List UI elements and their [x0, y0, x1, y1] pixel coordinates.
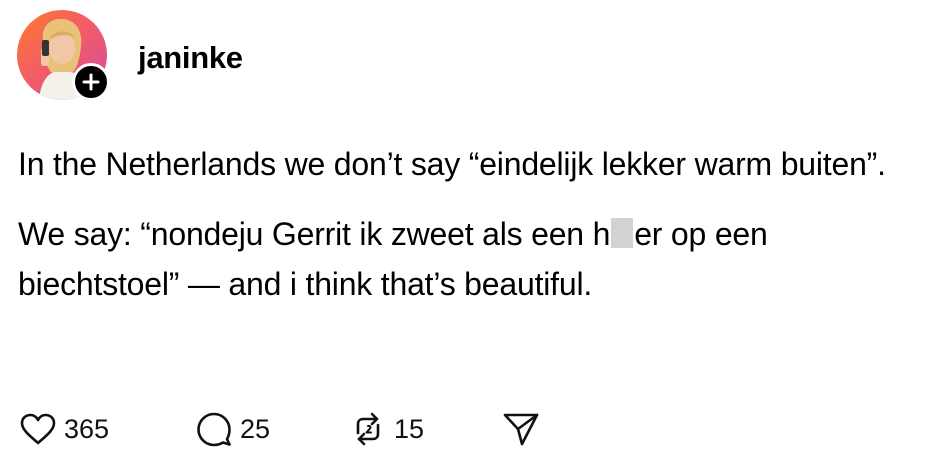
speech-bubble-icon — [196, 411, 232, 447]
like-button[interactable]: 365 — [20, 409, 196, 449]
follow-button[interactable] — [72, 63, 110, 101]
send-icon — [502, 411, 540, 447]
username[interactable]: janinke — [138, 38, 243, 78]
post-body: In the Netherlands we don’t say “eindeli… — [18, 139, 928, 309]
reply-count: 25 — [240, 414, 271, 444]
repost-count: 15 — [394, 414, 425, 444]
heart-icon — [20, 413, 56, 445]
like-count: 365 — [64, 414, 110, 444]
action-bar: 365 25 15 — [20, 407, 540, 451]
repost-button[interactable]: 15 — [350, 409, 502, 449]
reply-button[interactable]: 25 — [196, 409, 350, 449]
post-paragraph-2: We say: “nondeju Gerrit ik zweet als een… — [18, 209, 928, 309]
post-paragraph-1: In the Netherlands we don’t say “eindeli… — [18, 146, 886, 182]
censor-block — [611, 218, 634, 248]
post-paragraph-2-start: We say: “nondeju Gerrit ik zweet als een… — [18, 216, 611, 252]
repost-icon — [350, 411, 386, 447]
threads-post: janinke In the Netherlands we don’t say … — [0, 0, 942, 468]
share-button[interactable] — [502, 411, 540, 447]
plus-icon — [82, 73, 100, 91]
